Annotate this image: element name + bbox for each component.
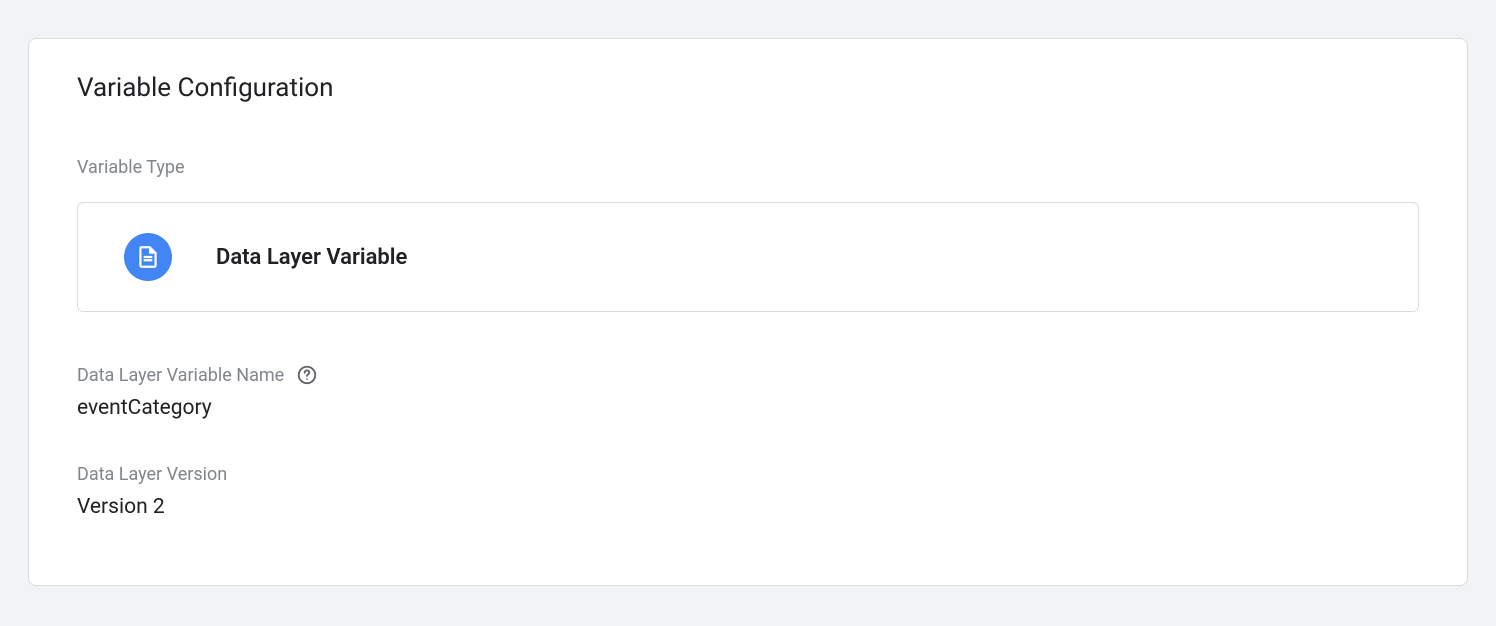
data-layer-version-label-row: Data Layer Version	[77, 464, 1419, 485]
variable-type-label: Variable Type	[77, 157, 1419, 178]
document-icon	[124, 233, 172, 281]
help-icon[interactable]	[296, 364, 318, 386]
data-layer-version-value: Version 2	[77, 495, 1419, 519]
data-layer-variable-name-label: Data Layer Variable Name	[77, 365, 284, 386]
data-layer-variable-name-value: eventCategory	[77, 396, 1419, 420]
variable-type-name: Data Layer Variable	[216, 245, 407, 270]
data-layer-version-label: Data Layer Version	[77, 464, 227, 485]
card-title: Variable Configuration	[77, 73, 1419, 103]
variable-type-selector[interactable]: Data Layer Variable	[77, 202, 1419, 312]
variable-configuration-card: Variable Configuration Variable Type Dat…	[28, 38, 1468, 586]
data-layer-variable-name-label-row: Data Layer Variable Name	[77, 364, 1419, 386]
